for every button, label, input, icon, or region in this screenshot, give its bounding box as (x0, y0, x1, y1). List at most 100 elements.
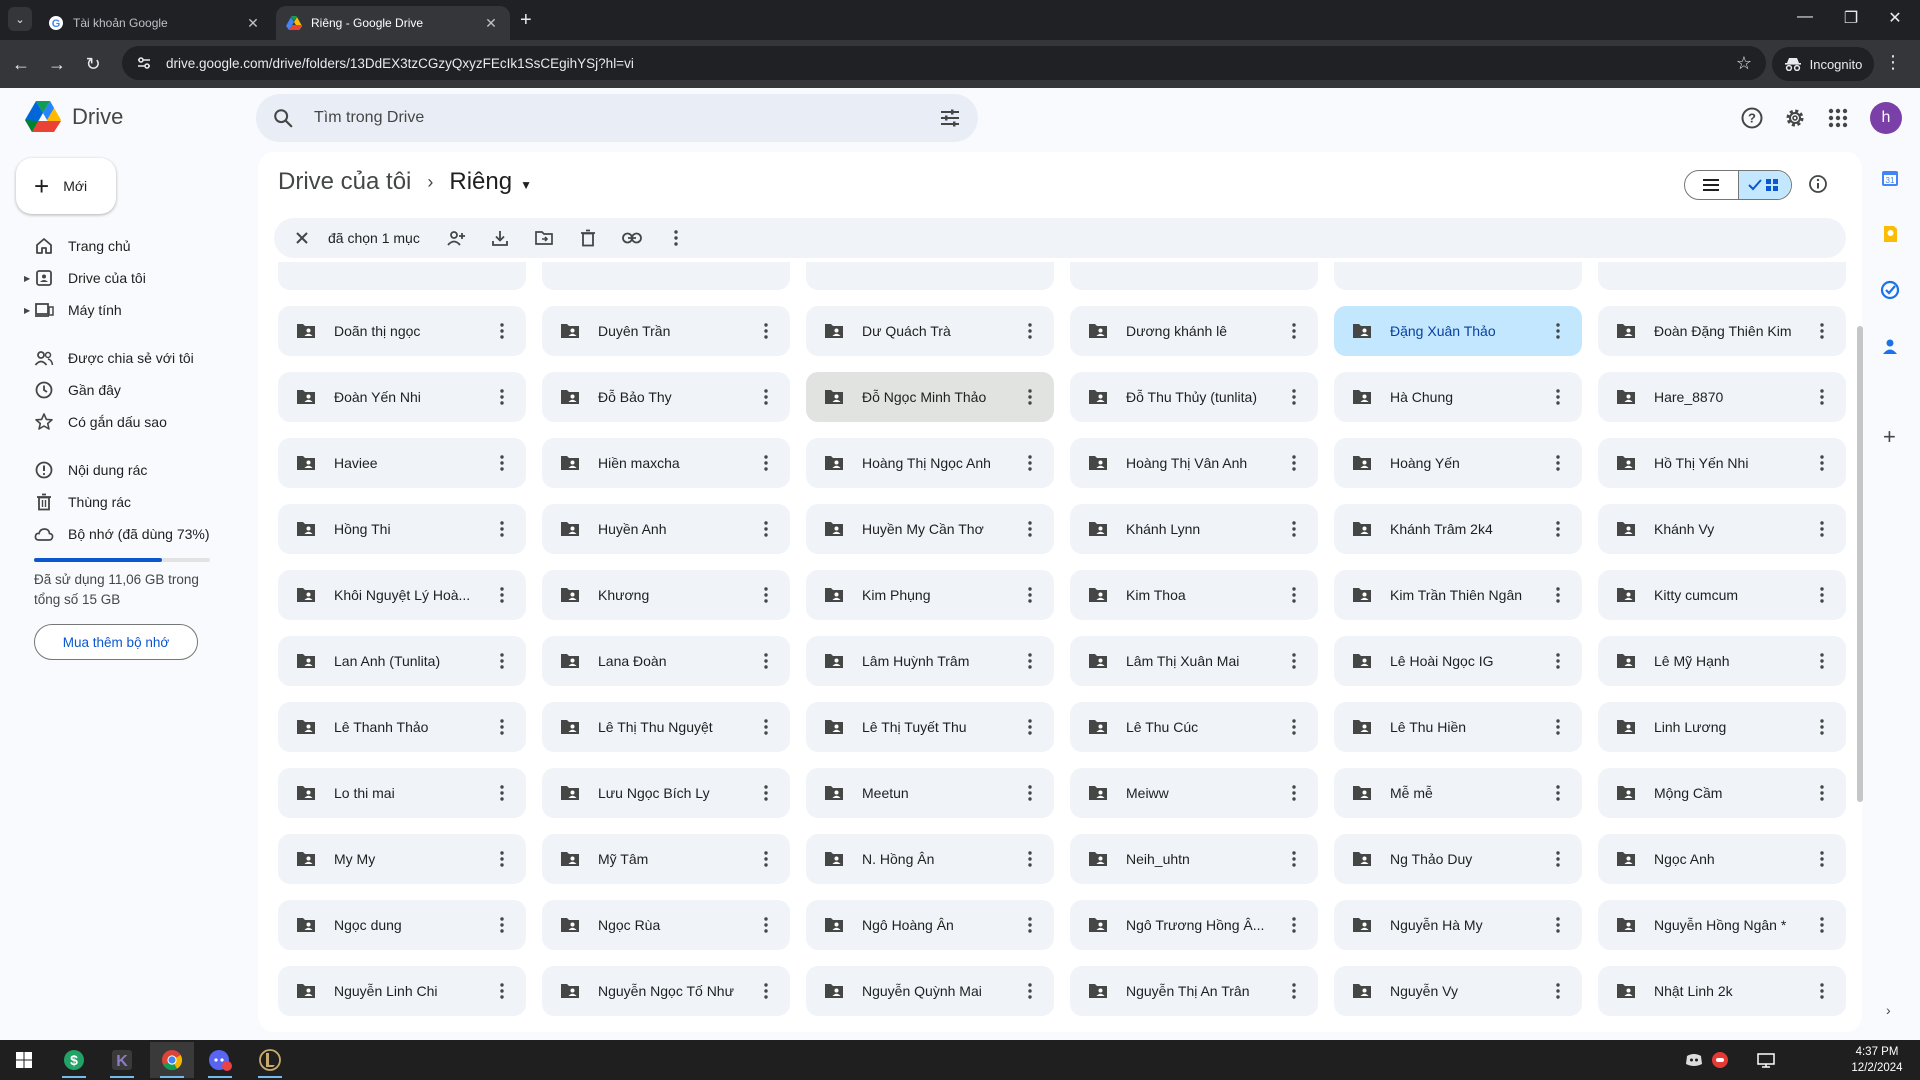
folder-tile[interactable]: Duyên Trần (542, 306, 790, 356)
sidebar-item-shared[interactable]: Được chia sẻ với tôi (16, 342, 240, 374)
folder-more-button[interactable] (1018, 715, 1042, 739)
sidebar-item-home[interactable]: Trang chủ (16, 230, 240, 262)
folder-tile[interactable]: Huyền Anh (542, 504, 790, 554)
folder-more-button[interactable] (1546, 385, 1570, 409)
taskbar-app-money[interactable]: $ (52, 1042, 96, 1078)
browser-menu-icon[interactable]: ⋮ (1884, 52, 1902, 73)
folder-tile[interactable]: Kim Trần Thiên Ngân (1334, 570, 1582, 620)
folder-more-button[interactable] (1546, 451, 1570, 475)
folder-tile[interactable]: My My (278, 834, 526, 884)
sidebar-item-starred[interactable]: Có gắn dấu sao (16, 406, 240, 438)
add-addon-icon[interactable]: + (1883, 424, 1896, 450)
reload-icon[interactable]: ↻ (80, 51, 106, 77)
folder-more-button[interactable] (490, 715, 514, 739)
folder-tile[interactable]: Nguyễn Quỳnh Mai (806, 966, 1054, 1016)
tray-app-red-icon[interactable] (1710, 1050, 1730, 1070)
breadcrumb-current-folder[interactable]: Riêng ▼ (449, 168, 532, 196)
folder-more-button[interactable] (1282, 319, 1306, 343)
folder-more-button[interactable] (1018, 583, 1042, 607)
folder-more-button[interactable] (490, 319, 514, 343)
folder-more-button[interactable] (1810, 319, 1834, 343)
folder-tile[interactable]: Nguyễn Ngọc Tố Như (542, 966, 790, 1016)
folder-tile[interactable]: Lâm Thị Xuân Mai (1070, 636, 1318, 686)
folder-tile[interactable]: Đặng Xuân Thảo (1334, 306, 1582, 356)
back-icon[interactable]: ← (8, 51, 34, 77)
folder-tile[interactable]: Nguyễn Hà My (1334, 900, 1582, 950)
folder-tile[interactable]: Hà Chung (1334, 372, 1582, 422)
folder-tile[interactable]: Huyền My Cần Thơ (806, 504, 1054, 554)
folder-tile[interactable]: Kim Thoa (1070, 570, 1318, 620)
folder-more-button[interactable] (1810, 385, 1834, 409)
breadcrumb-my-drive[interactable]: Drive của tôi (278, 168, 411, 196)
folder-more-button[interactable] (754, 583, 778, 607)
taskbar-app-k[interactable]: K (100, 1042, 144, 1078)
folder-tile[interactable]: Neih_uhtn (1070, 834, 1318, 884)
folder-tile[interactable]: Lê Thị Tuyết Thu (806, 702, 1054, 752)
folder-tile[interactable]: Hare_8870 (1598, 372, 1846, 422)
folder-tile[interactable]: Lan Anh (Tunlita) (278, 636, 526, 686)
list-view-button[interactable] (1685, 171, 1738, 199)
folder-tile[interactable]: Lo thi mai (278, 768, 526, 818)
expand-arrow-icon[interactable]: ▶ (24, 306, 30, 315)
account-avatar[interactable]: h (1870, 102, 1902, 134)
folder-tile[interactable]: Nguyễn Linh Chi (278, 966, 526, 1016)
folder-more-button[interactable] (1282, 451, 1306, 475)
folder-tile[interactable]: Dương khánh lê (1070, 306, 1318, 356)
folder-tile[interactable]: N. Hồng Ân (806, 834, 1054, 884)
omnibox[interactable]: drive.google.com/drive/folders/13DdEX3tz… (122, 46, 1766, 80)
sidebar-item-spam[interactable]: Nội dung rác (16, 454, 240, 486)
folder-tile[interactable]: Khương (542, 570, 790, 620)
folder-tile[interactable]: Lê Thu Hiền (1334, 702, 1582, 752)
folder-tile-partial[interactable] (1598, 262, 1846, 290)
taskbar-app-chrome[interactable] (150, 1042, 194, 1078)
folder-tile[interactable]: Nguyễn Thị An Trân (1070, 966, 1318, 1016)
folder-more-button[interactable] (1546, 715, 1570, 739)
tab-google-account[interactable]: G Tài khoản Google ✕ (38, 6, 272, 40)
folder-more-button[interactable] (1282, 913, 1306, 937)
taskbar-clock[interactable]: 4:37 PM 12/2/2024 (1840, 1044, 1914, 1076)
taskbar-app-discord[interactable] (198, 1042, 242, 1078)
folder-more-button[interactable] (1282, 649, 1306, 673)
folder-tile[interactable]: Hồ Thị Yến Nhi (1598, 438, 1846, 488)
download-button[interactable] (482, 220, 518, 256)
sidebar-item-trash[interactable]: Thùng rác (16, 486, 240, 518)
sidebar-item-my-drive[interactable]: ▶ Drive của tôi (16, 262, 240, 294)
folder-more-button[interactable] (490, 649, 514, 673)
folder-tile[interactable]: Lê Mỹ Hạnh (1598, 636, 1846, 686)
folder-tile[interactable]: Hoàng Yến (1334, 438, 1582, 488)
folder-more-button[interactable] (1282, 781, 1306, 805)
folder-more-button[interactable] (1018, 385, 1042, 409)
folder-tile[interactable]: Khôi Nguyệt Lý Hoà... (278, 570, 526, 620)
folder-tile[interactable]: Lê Thị Thu Nguyệt (542, 702, 790, 752)
folder-more-button[interactable] (1810, 715, 1834, 739)
minimize-icon[interactable]: — (1790, 8, 1820, 26)
folder-more-button[interactable] (754, 847, 778, 871)
help-icon[interactable]: ? (1740, 106, 1764, 130)
folder-more-button[interactable] (490, 583, 514, 607)
folder-more-button[interactable] (1282, 517, 1306, 541)
site-info-icon[interactable] (136, 55, 152, 71)
tab-search-button[interactable]: ⌄ (8, 7, 32, 31)
folder-tile[interactable]: Lê Thanh Thảo (278, 702, 526, 752)
share-button[interactable] (438, 220, 474, 256)
folder-more-button[interactable] (1282, 979, 1306, 1003)
buy-storage-button[interactable]: Mua thêm bộ nhớ (34, 624, 198, 660)
network-icon[interactable] (1756, 1050, 1776, 1070)
folder-tile[interactable]: Ngọc Rùa (542, 900, 790, 950)
folder-more-button[interactable] (1018, 847, 1042, 871)
folder-more-button[interactable] (754, 781, 778, 805)
close-icon[interactable]: ✕ (244, 15, 262, 32)
folder-tile[interactable]: Đỗ Bảo Thy (542, 372, 790, 422)
folder-tile[interactable]: Khánh Lynn (1070, 504, 1318, 554)
folder-tile[interactable]: Hiền maxcha (542, 438, 790, 488)
folder-more-button[interactable] (754, 649, 778, 673)
folder-tile[interactable]: Ng Thảo Duy (1334, 834, 1582, 884)
folder-more-button[interactable] (1282, 583, 1306, 607)
folder-more-button[interactable] (490, 847, 514, 871)
folder-more-button[interactable] (1810, 781, 1834, 805)
folder-tile[interactable]: Dư Quách Trà (806, 306, 1054, 356)
start-button[interactable] (2, 1042, 46, 1078)
bookmark-star-icon[interactable]: ☆ (1736, 53, 1752, 74)
folder-more-button[interactable] (1282, 847, 1306, 871)
folder-more-button[interactable] (490, 979, 514, 1003)
